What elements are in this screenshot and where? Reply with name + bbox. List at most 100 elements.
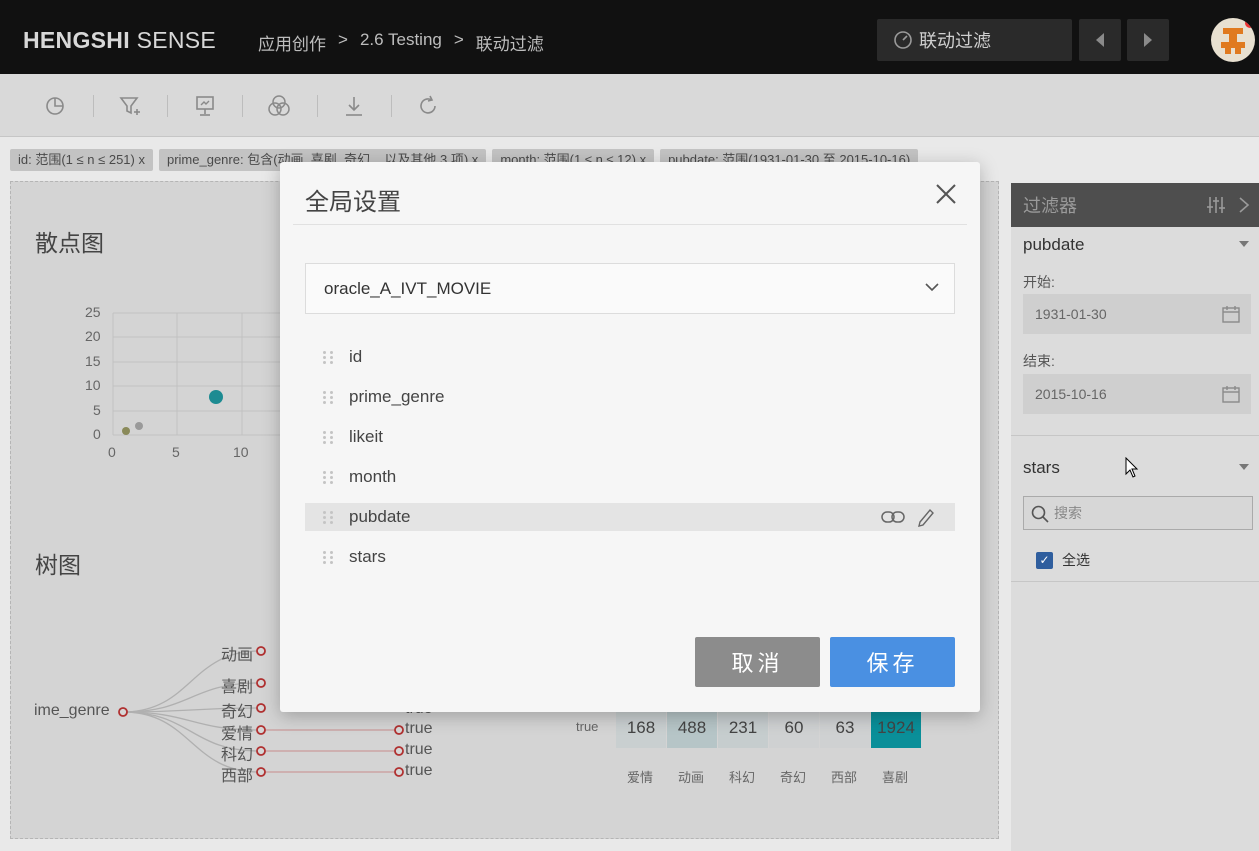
sliders-icon[interactable] xyxy=(1207,195,1225,215)
filter-field-name[interactable]: pubdate xyxy=(1023,235,1084,255)
heatmap-cell[interactable]: 168 xyxy=(616,707,666,748)
breadcrumb-item[interactable]: 2.6 Testing xyxy=(360,30,442,55)
theme-button[interactable] xyxy=(265,92,293,120)
row-actions xyxy=(881,507,935,527)
top-bar: HENGSHI SENSE 应用创作 > 2.6 Testing > 联动过滤 … xyxy=(0,0,1259,74)
divider xyxy=(1011,435,1259,436)
next-button[interactable] xyxy=(1127,19,1169,61)
tree-node-label: 喜剧 xyxy=(221,679,254,696)
gauge-icon xyxy=(894,31,912,49)
prev-button[interactable] xyxy=(1079,19,1121,61)
close-icon[interactable] xyxy=(933,181,959,207)
search-icon xyxy=(1031,505,1049,523)
select-all-checkbox[interactable]: ✓ 全选 xyxy=(1036,550,1090,570)
refresh-button[interactable] xyxy=(414,92,442,120)
tree-root-label: ime_genre xyxy=(34,702,110,719)
calendar-icon[interactable] xyxy=(1221,384,1241,404)
field-name: stars xyxy=(349,547,386,566)
field-row[interactable]: prime_genre xyxy=(305,383,955,411)
start-date-input[interactable]: 1931-01-30 xyxy=(1023,294,1251,334)
heatmap-cell[interactable]: 63 xyxy=(820,707,870,748)
cancel-button[interactable]: 取消 xyxy=(695,637,820,687)
chart-add-button[interactable] xyxy=(42,92,70,120)
dashboard-selector-label: 联动过滤 xyxy=(919,31,991,51)
chevron-left-icon xyxy=(1096,33,1104,47)
scatter-point[interactable] xyxy=(209,390,223,404)
scatter-point[interactable] xyxy=(122,427,130,435)
drag-handle-icon[interactable] xyxy=(323,427,333,447)
caret-down-icon[interactable] xyxy=(1239,241,1249,247)
calendar-icon[interactable] xyxy=(1221,304,1241,324)
dashboard-selector-button[interactable]: 联动过滤 xyxy=(877,19,1072,61)
edit-pencil-icon[interactable] xyxy=(917,507,935,527)
breadcrumb-item[interactable]: 应用创作 xyxy=(258,30,326,55)
tree-node-label: 动画 xyxy=(221,647,254,664)
breadcrumb-item-current: 联动过滤 xyxy=(475,35,544,54)
chevron-right-icon[interactable] xyxy=(1238,196,1250,214)
x-tick-label: 5 xyxy=(172,444,180,460)
field-name: prime_genre xyxy=(349,387,445,406)
field-name: likeit xyxy=(349,427,384,446)
link-icon[interactable] xyxy=(881,507,905,527)
scatter-chart xyxy=(112,312,291,436)
y-tick-label: 0 xyxy=(93,426,101,442)
drag-handle-icon[interactable] xyxy=(323,347,333,367)
filter-chip[interactable]: id: 范围(1 ≤ n ≤ 251) x xyxy=(10,149,153,171)
search-placeholder: 搜索 xyxy=(1054,505,1082,521)
drag-handle-icon[interactable] xyxy=(323,467,333,487)
field-row-active[interactable]: pubdate xyxy=(305,503,955,531)
presentation-button[interactable] xyxy=(191,92,219,120)
download-button[interactable] xyxy=(340,92,368,120)
pie-chart-icon xyxy=(46,97,64,115)
end-date-input[interactable]: 2015-10-16 xyxy=(1023,374,1251,414)
toolbar-divider xyxy=(167,95,168,117)
start-date-value: 1931-01-30 xyxy=(1035,306,1107,322)
dataset-select[interactable]: oracle_A_IVT_MOVIE xyxy=(305,263,955,314)
filter-field-name[interactable]: stars xyxy=(1023,458,1060,478)
start-label: 开始: xyxy=(1023,274,1055,290)
tree-leaf-label: true xyxy=(405,720,433,737)
dialog-divider xyxy=(293,224,967,225)
avatar[interactable] xyxy=(1211,18,1255,62)
breadcrumb-separator: > xyxy=(453,30,464,49)
divider xyxy=(1011,581,1259,582)
filter-search-input[interactable]: 搜索 xyxy=(1023,496,1253,530)
palette-circles-icon xyxy=(268,95,290,116)
toolbar-divider xyxy=(317,95,318,117)
heatmap-cell[interactable]: 231 xyxy=(718,707,768,748)
caret-down-icon[interactable] xyxy=(1239,464,1249,470)
tree-leaf-label: true xyxy=(405,741,433,758)
x-tick-label: 0 xyxy=(108,444,116,460)
heatmap-x-label: 西部 xyxy=(831,770,858,785)
drag-handle-icon[interactable] xyxy=(323,507,333,527)
save-button[interactable]: 保存 xyxy=(830,637,955,687)
heatmap-cell[interactable]: 488 xyxy=(667,707,717,748)
heatmap-cell[interactable]: 60 xyxy=(769,707,819,748)
filter-add-button[interactable] xyxy=(116,92,144,120)
heatmap-x-label: 科幻 xyxy=(729,770,756,785)
field-row[interactable]: id xyxy=(305,343,955,371)
scatter-point[interactable] xyxy=(135,422,143,430)
y-tick-label: 20 xyxy=(85,328,101,344)
filter-panel-header: 过滤器 xyxy=(1011,183,1259,227)
chevron-down-icon xyxy=(925,283,939,292)
heatmap-x-label: 爱情 xyxy=(627,770,654,785)
drag-handle-icon[interactable] xyxy=(323,547,333,567)
heatmap-cell[interactable]: 1924 xyxy=(871,707,921,748)
heatmap-x-label: 动画 xyxy=(678,770,705,785)
y-tick-label: 10 xyxy=(85,377,101,393)
field-row[interactable]: stars xyxy=(305,543,955,571)
chevron-right-icon xyxy=(1144,33,1152,47)
filter-panel: 过滤器 pubdate 开始: 1931-01-30 结束: 2015-10-1… xyxy=(1011,183,1259,851)
drag-handle-icon[interactable] xyxy=(323,387,333,407)
notification-dot xyxy=(1245,18,1255,28)
field-row[interactable]: month xyxy=(305,463,955,491)
global-settings-dialog: 全局设置 oracle_A_IVT_MOVIE id prime_genre l… xyxy=(280,162,980,712)
field-row[interactable]: likeit xyxy=(305,423,955,451)
toolbar-divider xyxy=(93,95,94,117)
filter-panel-title: 过滤器 xyxy=(1023,196,1077,216)
tree-node-label: 西部 xyxy=(221,768,254,785)
brand-logo[interactable]: HENGSHI SENSE xyxy=(23,27,216,54)
dialog-title: 全局设置 xyxy=(305,189,401,216)
field-name: id xyxy=(349,347,363,366)
